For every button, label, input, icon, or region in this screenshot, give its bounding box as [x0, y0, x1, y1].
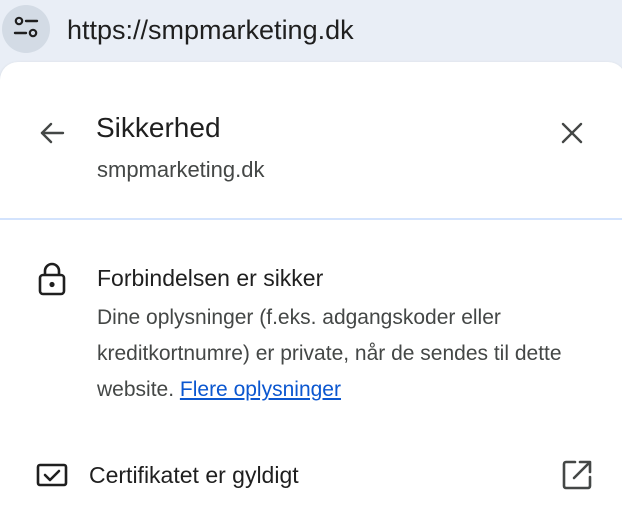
tune-icon [13, 14, 39, 45]
connection-status-title: Forbindelsen er sikker [97, 265, 324, 291]
security-panel: Sikkerhed smpmarketing.dk Forbindelsen e… [0, 62, 622, 532]
certificate-row[interactable]: Certifikatet er gyldigt [0, 442, 622, 506]
connection-description: Dine oplysninger (f.eks. adgangskoder el… [97, 300, 597, 408]
site-domain: smpmarketing.dk [97, 157, 265, 182]
arrow-back-icon [38, 119, 66, 152]
close-icon [560, 121, 584, 150]
close-button[interactable] [550, 113, 594, 157]
site-info-button[interactable] [2, 5, 50, 53]
more-info-link[interactable]: Flere oplysninger [180, 378, 341, 401]
omnibox: https://smpmarketing.dk [0, 0, 622, 62]
certificate-label: Certifikatet er gyldigt [89, 462, 299, 488]
divider [0, 218, 622, 220]
certificate-icon [36, 462, 68, 490]
page-title: Sikkerhed [96, 112, 221, 143]
url-text[interactable]: https://smpmarketing.dk [67, 12, 354, 48]
back-button[interactable] [30, 113, 74, 157]
open-in-new-icon[interactable] [560, 458, 594, 492]
lock-icon [36, 261, 68, 297]
